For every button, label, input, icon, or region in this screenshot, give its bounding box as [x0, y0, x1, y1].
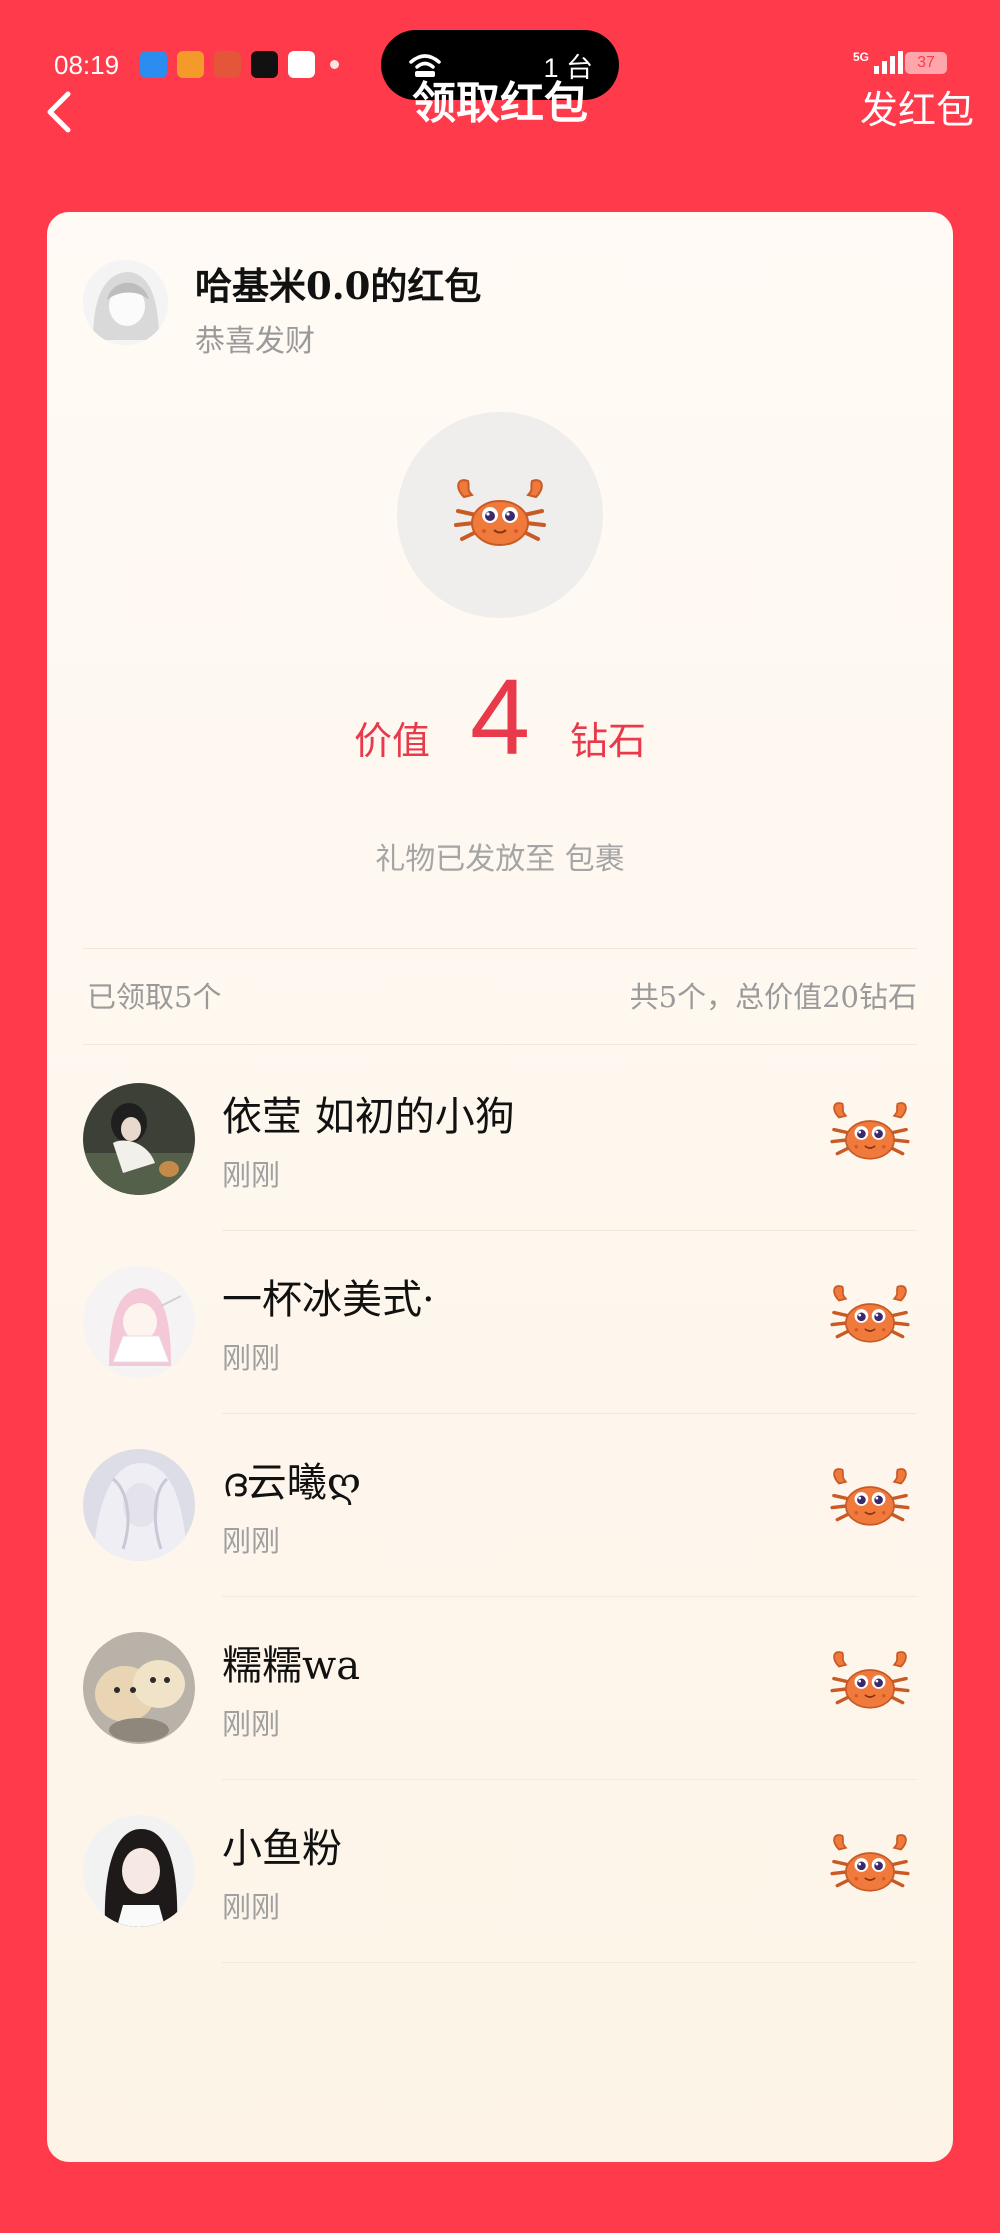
- crab-icon: [827, 1647, 913, 1717]
- avatar[interactable]: [83, 1815, 195, 1927]
- notification-icons: [140, 51, 315, 78]
- avatar[interactable]: [83, 1266, 195, 1378]
- more-notifications-dot: [330, 60, 339, 69]
- claim-time: 刚刚: [222, 1890, 281, 1924]
- claim-time: 刚刚: [222, 1707, 281, 1741]
- status-bar: 08:19 1 台 5G 37: [0, 0, 1000, 100]
- crab-icon: [827, 1281, 913, 1351]
- avatar[interactable]: [83, 1083, 195, 1195]
- crab-icon: [827, 1098, 913, 1168]
- value-label: 价值: [353, 719, 430, 763]
- gift-delivered-note: 礼物已发放至 包裹: [375, 842, 625, 877]
- divider: [83, 948, 917, 949]
- claim-time: 刚刚: [222, 1158, 281, 1192]
- crab-icon: [827, 1830, 913, 1900]
- app-orange-icon: [177, 51, 204, 78]
- claim-time: 刚刚: [222, 1524, 281, 1558]
- sender-avatar[interactable]: [83, 260, 168, 345]
- recipient-name: ദ云曦ღ: [222, 1460, 362, 1506]
- value-number: 4: [469, 656, 531, 777]
- signal-icon: 5G: [853, 50, 904, 74]
- avatar[interactable]: [83, 1632, 195, 1744]
- hotspot-icon: [409, 54, 441, 77]
- divider: [83, 1044, 917, 1045]
- crab-icon: [827, 1464, 913, 1534]
- recipient-row[interactable]: 一杯冰美式· 刚刚: [47, 1231, 953, 1414]
- tiktok-icon: [251, 51, 278, 78]
- gift-value: 价值 4 钻石: [47, 662, 953, 792]
- sender-name: 哈基米0.0的红包: [195, 264, 482, 308]
- claim-time: 刚刚: [222, 1341, 281, 1375]
- recipient-row[interactable]: 糯糯wa 刚刚: [47, 1597, 953, 1780]
- recipient-name: 糯糯wa: [222, 1643, 361, 1689]
- recipient-row[interactable]: 小鱼粉 刚刚: [47, 1780, 953, 1963]
- battery-icon: 37: [905, 52, 947, 74]
- recipient-name: 小鱼粉: [222, 1826, 342, 1872]
- gift-image: [397, 412, 603, 618]
- value-unit: 钻石: [570, 719, 647, 763]
- back-button[interactable]: [38, 88, 82, 136]
- qq-icon: [288, 51, 315, 78]
- network-type: 5G: [853, 50, 870, 64]
- recipient-row[interactable]: ദ云曦ღ 刚刚: [47, 1414, 953, 1597]
- avatar[interactable]: [83, 1449, 195, 1561]
- recipient-name: 一杯冰美式·: [222, 1277, 435, 1323]
- sender-wish: 恭喜发财: [195, 324, 315, 359]
- total-value: 共5个，总价值20钻石: [629, 980, 917, 1014]
- claimed-count: 已领取5个: [87, 980, 222, 1014]
- app-b-icon: [140, 51, 167, 78]
- send-red-packet-button[interactable]: 发红包: [860, 84, 974, 136]
- chevron-left-icon: [47, 91, 71, 133]
- row-divider: [222, 1962, 917, 1963]
- crab-icon: [450, 475, 550, 555]
- recipient-name: 依莹 如初的小狗: [222, 1094, 515, 1140]
- recipient-row[interactable]: 依莹 如初的小狗 刚刚: [47, 1048, 953, 1231]
- page-title: 领取红包: [412, 78, 588, 129]
- red-packet-card: 哈基米0.0的红包 恭喜发财 价值 4 钻石 礼物已发放至 包裹 已领取5个 共…: [47, 212, 953, 2162]
- app-game-icon: [214, 51, 241, 78]
